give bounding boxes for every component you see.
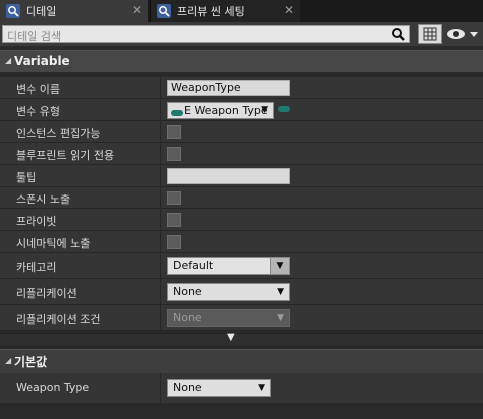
expand-arrow-icon[interactable]: ▼ bbox=[227, 332, 235, 343]
row-label: 리플리케이션 조건 bbox=[16, 313, 101, 326]
replication-value: None bbox=[173, 285, 202, 298]
panel-bottom bbox=[0, 403, 483, 419]
chevron-down-icon: ▼ bbox=[277, 313, 284, 323]
row-private: 프라이빗 bbox=[0, 209, 483, 231]
chevron-down-icon[interactable]: ▼ bbox=[270, 258, 289, 274]
tab-bar: 디테일 ✕ 프리뷰 씬 세팅 ✕ bbox=[0, 0, 483, 22]
advanced-expand-strip[interactable]: ▼ bbox=[0, 332, 483, 347]
blueprint-readonly-checkbox[interactable] bbox=[167, 147, 181, 161]
category-value: Default bbox=[173, 259, 214, 272]
private-checkbox[interactable] bbox=[167, 213, 181, 227]
row-weapon-type: Weapon Type None ▼ bbox=[0, 373, 483, 403]
variable-name-field[interactable]: WeaponType bbox=[167, 80, 290, 96]
weapon-type-value: None bbox=[173, 381, 202, 394]
row-label: 변수 유형 bbox=[16, 105, 60, 118]
replication-condition-value: None bbox=[173, 311, 202, 324]
chevron-down-icon: ▼ bbox=[261, 105, 268, 115]
row-replication-condition: 리플리케이션 조건 None ▼ bbox=[0, 305, 483, 331]
property-matrix-button[interactable] bbox=[418, 24, 442, 44]
row-blueprint-readonly: 블루프린트 읽기 전용 bbox=[0, 143, 483, 165]
row-expose-to-cinematics: 시네마틱에 노출 bbox=[0, 231, 483, 253]
container-type-pin-icon[interactable] bbox=[278, 106, 290, 112]
search-placeholder: 디테일 검색 bbox=[7, 30, 62, 43]
category-header-default-value[interactable]: ◢ 기본값 bbox=[0, 349, 483, 373]
expose-cinematics-checkbox[interactable] bbox=[167, 235, 181, 249]
tab-preview-label: 프리뷰 씬 세팅 bbox=[177, 5, 245, 18]
chevron-down-icon: ▼ bbox=[277, 287, 284, 297]
row-label: Weapon Type bbox=[16, 381, 90, 394]
row-instance-editable: 인스턴스 편집가능 bbox=[0, 121, 483, 143]
search-input[interactable]: 디테일 검색 bbox=[2, 25, 410, 43]
row-label: 변수 이름 bbox=[16, 83, 60, 96]
row-tooltip: 툴팁 bbox=[0, 165, 483, 187]
row-variable-name: 변수 이름 WeaponType bbox=[0, 77, 483, 99]
tab-details-label: 디테일 bbox=[26, 5, 57, 18]
variable-type-dropdown[interactable]: E Weapon Type ▼ bbox=[167, 102, 274, 119]
replication-condition-dropdown: None ▼ bbox=[167, 309, 290, 327]
close-icon[interactable]: ✕ bbox=[132, 3, 142, 17]
category-header-variable[interactable]: ◢ Variable bbox=[0, 50, 483, 72]
category-title: Variable bbox=[14, 54, 70, 68]
variable-type-value: E Weapon Type bbox=[184, 104, 268, 117]
row-category: 카테고리 Default ▼ bbox=[0, 253, 483, 279]
collapse-arrow-icon[interactable]: ◢ bbox=[5, 356, 11, 365]
details-magnifier-icon bbox=[6, 4, 20, 18]
instance-editable-checkbox[interactable] bbox=[167, 125, 181, 139]
search-icon[interactable] bbox=[391, 27, 405, 41]
view-options-button[interactable] bbox=[446, 26, 480, 42]
collapse-arrow-icon[interactable]: ◢ bbox=[5, 56, 11, 65]
tab-preview-scene-settings[interactable]: 프리뷰 씬 세팅 ✕ bbox=[150, 0, 300, 22]
row-variable-type: 변수 유형 E Weapon Type ▼ bbox=[0, 99, 483, 121]
row-label: 프라이빗 bbox=[16, 215, 57, 228]
row-label: 툴팁 bbox=[16, 171, 37, 184]
tab-details[interactable]: 디테일 ✕ bbox=[0, 0, 148, 22]
chevron-down-icon: ▼ bbox=[258, 383, 265, 393]
eye-icon bbox=[447, 29, 478, 39]
enum-pin-icon bbox=[171, 110, 183, 116]
close-icon[interactable]: ✕ bbox=[284, 3, 294, 17]
expose-on-spawn-checkbox[interactable] bbox=[167, 191, 181, 205]
default-section-title: 기본값 bbox=[14, 355, 48, 369]
weapon-type-dropdown[interactable]: None ▼ bbox=[167, 379, 271, 397]
tooltip-field[interactable] bbox=[167, 168, 290, 184]
chevron-down-icon bbox=[470, 32, 478, 37]
row-label: 블루프린트 읽기 전용 bbox=[16, 149, 115, 162]
row-label: 카테고리 bbox=[16, 261, 57, 274]
category-combobox[interactable]: Default ▼ bbox=[167, 257, 290, 275]
row-label: 시네마틱에 노출 bbox=[16, 237, 91, 250]
row-label: 리플리케이션 bbox=[16, 287, 77, 300]
row-label: 인스턴스 편집가능 bbox=[16, 127, 101, 140]
replication-dropdown[interactable]: None ▼ bbox=[167, 283, 290, 301]
row-label: 스폰시 노출 bbox=[16, 193, 71, 206]
preview-magnifier-icon bbox=[157, 4, 171, 18]
row-expose-on-spawn: 스폰시 노출 bbox=[0, 187, 483, 209]
grid-icon bbox=[423, 27, 437, 41]
row-replication: 리플리케이션 None ▼ bbox=[0, 279, 483, 305]
